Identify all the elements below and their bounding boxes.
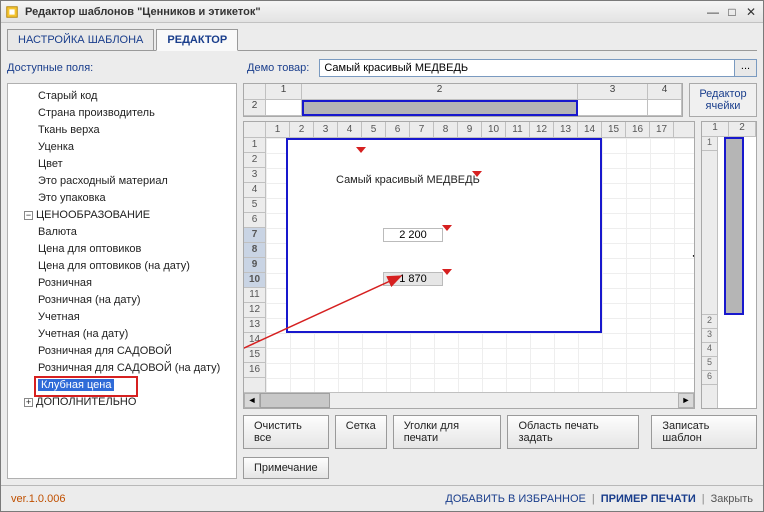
scroll-left-button[interactable]: ◄ [244,393,260,408]
anchor-marker-icon [474,172,480,178]
tab-editor[interactable]: РЕДАКТОР [156,29,238,51]
mouse-cursor-icon: ✥ [692,248,694,265]
expand-icon[interactable]: + [24,398,33,407]
tree-item[interactable]: Старый код [10,88,234,105]
demo-product-field: ... [319,59,757,77]
tree-item[interactable]: Цена для оптовиков [10,241,234,258]
mini-label-block[interactable] [724,137,744,315]
tree-item[interactable]: Розничная (на дату) [10,292,234,309]
save-template-button[interactable]: Записать шаблон [651,415,757,449]
tree-item[interactable]: Цена для оптовиков (на дату) [10,258,234,275]
scroll-right-button[interactable]: ► [678,393,694,408]
template-editor[interactable]: 1234567891011121314151617 12345678910111… [243,121,695,409]
anchor-marker-icon [444,270,450,276]
tree-group-pricing[interactable]: −ЦЕНООБРАЗОВАНИЕ [10,207,234,224]
tab-settings[interactable]: НАСТРОЙКА ШАБЛОНА [7,29,154,50]
demo-product-label: Демо товар: [247,62,309,74]
demo-product-input[interactable] [319,59,735,77]
cell-editor-button[interactable]: Редактор ячейки [689,83,757,117]
label-price-1[interactable]: 2 200 [383,228,443,242]
ruler-vertical: 12345678910111213141516 [244,138,266,392]
collapse-icon[interactable]: − [24,211,33,220]
tree-item[interactable]: Уценка [10,139,234,156]
grid-button[interactable]: Сетка [335,415,387,449]
close-button[interactable]: ✕ [743,5,759,19]
demo-product-browse-button[interactable]: ... [735,59,757,77]
print-corners-button[interactable]: Уголки для печати [393,415,502,449]
minimize-button[interactable]: — [705,5,721,19]
note-button[interactable]: Примечание [243,457,329,479]
tab-bar: НАСТРОЙКА ШАБЛОНА РЕДАКТОР [7,29,757,51]
tree-item[interactable]: Это расходный материал [10,173,234,190]
label-product-name[interactable]: Самый красивый МЕДВЕДЬ [336,174,480,186]
tree-item[interactable]: Цвет [10,156,234,173]
anchor-marker-icon [358,148,364,154]
tree-item[interactable]: Розничная [10,275,234,292]
label-price-2[interactable]: 1 870 [383,272,443,286]
horizontal-scrollbar[interactable]: ◄ ► [244,392,694,408]
editor-canvas[interactable]: Самый красивый МЕДВЕДЬ 2 200 1 870 [266,138,694,392]
app-icon [5,5,19,19]
print-area-button[interactable]: Область печать задать [507,415,639,449]
tree-item[interactable]: Учетная (на дату) [10,326,234,343]
available-fields-label: Доступные поля: [7,62,237,74]
status-bar: ver.1.0.006 ДОБАВИТЬ В ИЗБРАННОЕ | ПРИМЕ… [1,485,763,511]
window-title: Редактор шаблонов "Ценников и этикеток" [25,6,702,18]
ruler-horizontal: 1234567891011121314151617 [244,122,694,138]
mini-preview[interactable]: 12 1 23456 [701,121,757,409]
titlebar: Редактор шаблонов "Ценников и этикеток" … [1,1,763,23]
label-frame[interactable]: Самый красивый МЕДВЕДЬ 2 200 1 870 [286,138,602,333]
tree-item[interactable]: Ткань верха [10,122,234,139]
version-label: ver.1.0.006 [11,493,65,505]
tree-item[interactable]: Учетная [10,309,234,326]
close-link[interactable]: Закрыть [711,493,753,505]
scroll-thumb[interactable] [260,393,330,408]
print-sample-link[interactable]: ПРИМЕР ПЕЧАТИ [601,493,696,505]
tree-item[interactable]: Это упаковка [10,190,234,207]
anchor-marker-icon [444,226,450,232]
add-favorite-link[interactable]: ДОБАВИТЬ В ИЗБРАННОЕ [445,493,585,505]
clear-all-button[interactable]: Очистить все [243,415,329,449]
fields-tree-panel: Старый код Страна производитель Ткань ве… [7,83,237,479]
tree-item[interactable]: Розничная для САДОВОЙ [10,343,234,360]
tree-group-extra[interactable]: +ДОПОЛНИТЕЛЬНО [10,394,234,411]
maximize-button[interactable]: □ [724,5,740,19]
tree-item[interactable]: Страна производитель [10,105,234,122]
tree-item-selected[interactable]: Клубная цена [10,377,234,394]
tree-item[interactable]: Розничная для САДОВОЙ (на дату) [10,360,234,377]
layout-strip[interactable]: 1 2 3 4 2 [243,83,683,117]
tree-item[interactable]: Валюта [10,224,234,241]
